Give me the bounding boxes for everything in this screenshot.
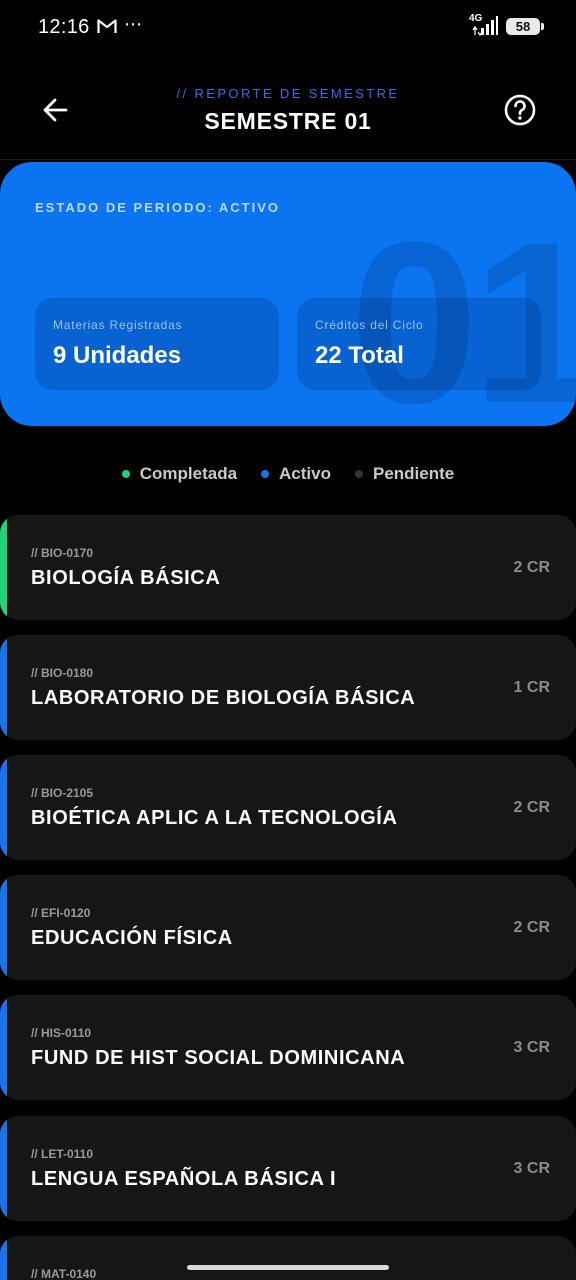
- course-credits: 1 CR: [513, 679, 550, 696]
- battery-level: 58: [515, 19, 531, 34]
- pending-dot-icon: [355, 470, 363, 478]
- page-title: SEMESTRE 01: [204, 108, 372, 134]
- home-indicator[interactable]: [187, 1265, 389, 1270]
- course-code: // MAT-0140: [31, 1267, 97, 1280]
- app-header: // REPORTE DE SEMESTRE SEMESTRE 01: [0, 56, 576, 160]
- stat-label: Materias Registradas: [53, 318, 183, 332]
- legend-label: Completada: [139, 464, 238, 483]
- course-code: // LET-0110: [31, 1147, 94, 1161]
- course-credits: 2 CR: [513, 919, 550, 936]
- course-name: BIOLOGÍA BÁSICA: [31, 567, 221, 589]
- registered-subjects-stat: Materias Registradas 9 Unidades: [35, 298, 279, 390]
- course-card[interactable]: // LET-0110 LENGUA ESPAÑOLA BÁSICA I 3 C…: [0, 1116, 576, 1221]
- signal-strength-icon: [472, 16, 498, 36]
- status-bar: 12:16 ⋯ 4G 58: [0, 0, 576, 56]
- status-accent-bar: [0, 995, 7, 1100]
- course-card[interactable]: // BIO-0180 LABORATORIO DE BIOLOGÍA BÁSI…: [0, 635, 576, 740]
- status-accent-bar: [0, 635, 7, 740]
- status-time: 12:16: [38, 16, 90, 38]
- course-code: // BIO-2105: [31, 786, 94, 800]
- status-legend: Completada Activo Pendiente: [0, 462, 576, 486]
- course-credits: 3 CR: [513, 1039, 550, 1056]
- more-notifications-icon: ⋯: [124, 14, 143, 34]
- course-credits: 3 CR: [513, 1160, 550, 1177]
- completed-dot-icon: [121, 470, 130, 478]
- period-status: ESTADO DE PERIODO: ACTIVO: [35, 200, 281, 215]
- course-code: // BIO-0180: [31, 666, 94, 680]
- course-credits: 2 CR: [513, 559, 550, 576]
- course-name: FUND DE HIST SOCIAL DOMINICANA: [31, 1047, 406, 1069]
- course-code: // BIO-0170: [31, 546, 94, 560]
- legend-item-active: Activo: [261, 464, 331, 484]
- course-credits: 2 CR: [513, 799, 550, 816]
- course-card[interactable]: // EFI-0120 EDUCACIÓN FÍSICA 2 CR: [0, 875, 576, 980]
- course-name: LABORATORIO DE BIOLOGÍA BÁSICA: [31, 687, 416, 709]
- status-accent-bar: [0, 1116, 7, 1221]
- course-card[interactable]: // MAT-0140: [0, 1236, 576, 1280]
- cycle-credits-stat: Créditos del Ciclo 22 Total: [297, 298, 541, 390]
- legend-label: Pendiente: [373, 464, 455, 483]
- course-code: // HIS-0110: [31, 1026, 92, 1040]
- course-name: EDUCACIÓN FÍSICA: [31, 927, 233, 949]
- legend-item-completed: Completada: [121, 464, 238, 484]
- stat-value: 22 Total: [315, 342, 404, 369]
- stat-label: Créditos del Ciclo: [315, 318, 424, 332]
- status-accent-bar: [0, 875, 7, 980]
- header-kicker: // REPORTE DE SEMESTRE: [176, 86, 400, 101]
- course-card[interactable]: // HIS-0110 FUND DE HIST SOCIAL DOMINICA…: [0, 995, 576, 1100]
- gmail-notification-icon: [97, 19, 117, 33]
- course-code: // EFI-0120: [31, 906, 91, 920]
- help-icon[interactable]: [500, 90, 540, 130]
- status-accent-bar: [0, 1236, 7, 1280]
- stat-value: 9 Unidades: [53, 342, 182, 369]
- course-card[interactable]: // BIO-2105 BIOÉTICA APLIC A LA TECNOLOG…: [0, 755, 576, 860]
- course-name: BIOÉTICA APLIC A LA TECNOLOGÍA: [31, 807, 398, 829]
- course-card[interactable]: // BIO-0170 BIOLOGÍA BÁSICA 2 CR: [0, 515, 576, 620]
- legend-item-pending: Pendiente: [355, 464, 454, 484]
- legend-label: Activo: [279, 464, 331, 483]
- semester-summary-card: 01 ESTADO DE PERIODO: ACTIVO Materias Re…: [0, 162, 576, 426]
- battery-icon: 58: [506, 18, 544, 35]
- status-accent-bar: [0, 755, 7, 860]
- status-accent-bar: [0, 515, 7, 620]
- course-name: LENGUA ESPAÑOLA BÁSICA I: [31, 1168, 337, 1190]
- active-dot-icon: [261, 470, 270, 478]
